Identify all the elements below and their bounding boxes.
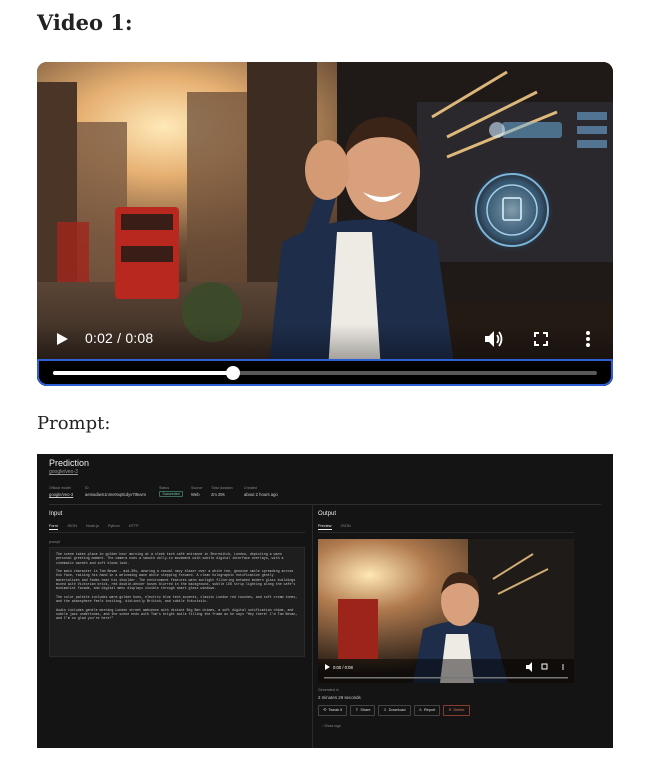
more-vert-icon[interactable] xyxy=(585,330,591,348)
meta-label: Source xyxy=(191,486,203,490)
output-time: 0:00 / 0:08 xyxy=(333,665,353,670)
prompt-paragraph: Audio includes gentle morning London str… xyxy=(56,607,298,621)
download-button[interactable]: ⇩ Download xyxy=(378,705,411,716)
video-player[interactable]: 0:02 / 0:08 xyxy=(37,62,613,386)
prompt-heading: Prompt: xyxy=(37,413,111,434)
output-title: Output xyxy=(318,511,337,517)
play-icon[interactable] xyxy=(55,332,69,346)
meta-label: Created xyxy=(244,486,257,490)
fullscreen-icon[interactable] xyxy=(534,332,548,346)
tab-python[interactable]: Python xyxy=(108,524,120,528)
tweak-icon: ⟲ xyxy=(323,708,327,712)
tab-rule xyxy=(49,532,305,533)
tweak-button[interactable]: ⟲ Tweak it xyxy=(318,705,348,716)
share-icon: ⇪ xyxy=(355,708,359,712)
output-video[interactable]: 0:00 / 0:08 xyxy=(318,539,574,683)
meta-label: ID xyxy=(85,486,89,490)
seek-track[interactable] xyxy=(53,366,597,380)
input-tabs: Form JSON Node.js Python HTTP xyxy=(49,524,148,530)
seek-thumb[interactable] xyxy=(225,366,240,380)
video-heading: Video 1: xyxy=(37,10,133,35)
column-divider xyxy=(312,504,313,748)
time-display: 0:02 / 0:08 xyxy=(85,330,154,346)
meta-label: Official model xyxy=(49,486,71,490)
meta-label: Total duration xyxy=(211,486,233,490)
meta-model[interactable]: google/veo-3 xyxy=(49,492,73,497)
meta-id: aemadiwn1nme0vq8cdyv7t9uvm xyxy=(85,492,146,497)
trash-icon: ✕ xyxy=(448,708,452,712)
show-logs-link[interactable]: › Show logs xyxy=(322,724,341,728)
tab-nodejs[interactable]: Node.js xyxy=(86,524,99,528)
divider xyxy=(49,504,601,505)
meta-label: Status xyxy=(159,486,170,490)
status-badge: Succeeded xyxy=(159,491,183,497)
download-icon: ⇩ xyxy=(383,708,387,712)
prediction-screenshot: Prediction google/veo-3 Official model g… xyxy=(37,454,613,748)
share-button[interactable]: ⇪ Share xyxy=(350,705,376,716)
tab-preview[interactable]: Preview xyxy=(318,524,332,530)
meta-duration: 2m 29s xyxy=(211,492,225,497)
tab-json[interactable]: JSON xyxy=(341,524,351,528)
prediction-title: Prediction xyxy=(49,458,90,468)
prompt-paragraph: The main character is Tom Bevan - mid-30… xyxy=(56,569,296,591)
prompt-textarea[interactable]: The scene takes place in golden hour mor… xyxy=(49,547,305,657)
output-actions: ⟲ Tweak it ⇪ Share ⇩ Download ⚠ Report ✕ Dele… xyxy=(318,705,470,716)
tab-json[interactable]: JSON xyxy=(67,524,77,528)
delete-button[interactable]: ✕ Delete xyxy=(443,705,470,716)
tab-form[interactable]: Form xyxy=(49,524,58,530)
seek-bar[interactable] xyxy=(37,359,613,386)
report-button[interactable]: ⚠ Report xyxy=(413,705,441,716)
meta-source: Web xyxy=(191,492,200,497)
generated-value: 2 minutes 29 seconds xyxy=(318,695,361,700)
generated-label: Generated in xyxy=(318,688,339,692)
meta-created: about 2 hours ago xyxy=(244,492,278,497)
model-link[interactable]: google/veo-3 xyxy=(49,469,78,475)
volume-icon[interactable] xyxy=(484,330,504,348)
prompt-paragraph: The color palette includes warm golden h… xyxy=(56,594,298,604)
tab-rule xyxy=(318,532,574,533)
tab-http[interactable]: HTTP xyxy=(129,524,139,528)
input-title: Input xyxy=(49,511,63,517)
seek-progress xyxy=(53,371,233,375)
prompt-label: prompt xyxy=(49,540,61,544)
report-icon: ⚠ xyxy=(418,708,422,712)
prompt-paragraph: The scene takes place in golden hour mor… xyxy=(56,552,284,565)
output-tabs: Preview JSON xyxy=(318,524,360,530)
